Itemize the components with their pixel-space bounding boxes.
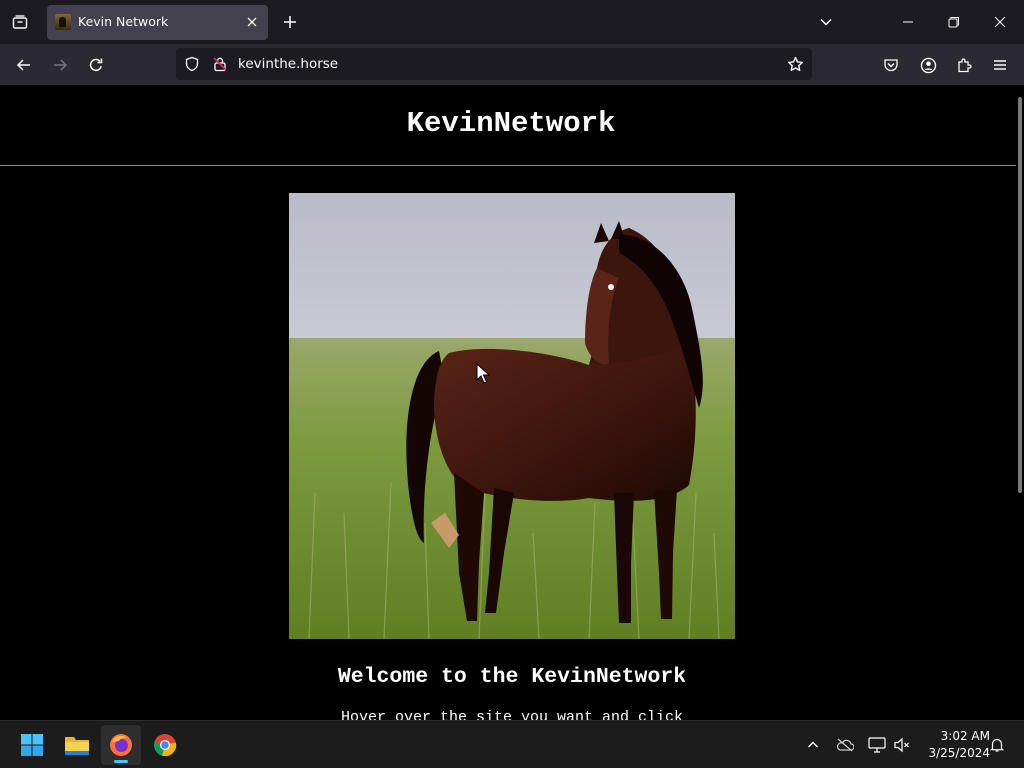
file-explorer-button[interactable] <box>57 725 97 765</box>
clock-date: 3/25/2024 <box>928 746 990 760</box>
url-text[interactable]: kevinthe.horse <box>238 56 338 72</box>
tab-close-button[interactable] <box>242 12 262 32</box>
network-icon <box>868 737 886 753</box>
notification-bell-icon <box>989 738 1005 752</box>
list-all-tabs-button[interactable] <box>812 8 840 36</box>
back-button[interactable] <box>9 50 39 80</box>
tab-list-icon <box>12 15 28 29</box>
tab-title: Kevin Network <box>78 14 169 29</box>
start-button[interactable] <box>12 725 52 765</box>
active-app-indicator <box>114 760 128 763</box>
horse-favicon <box>55 14 71 30</box>
plus-icon <box>284 16 296 28</box>
page-scrollbar[interactable] <box>1016 85 1024 720</box>
volume-muted-icon <box>894 737 909 753</box>
shield-icon <box>185 56 199 72</box>
file-explorer-icon <box>65 737 89 755</box>
chevron-up-icon <box>808 741 818 748</box>
restore-button[interactable] <box>934 4 974 40</box>
scrollbar-thumb[interactable] <box>1018 97 1022 493</box>
account-button[interactable] <box>913 50 943 80</box>
notification-center-button[interactable] <box>987 735 1007 755</box>
permissions-icon <box>213 57 227 72</box>
pocket-icon <box>884 59 898 72</box>
hamburger-icon <box>994 60 1006 70</box>
bookmark-button[interactable] <box>786 55 804 73</box>
forward-button[interactable] <box>45 50 75 80</box>
forward-arrow-icon <box>54 59 68 71</box>
show-hidden-icons-button[interactable] <box>803 735 823 755</box>
welcome-heading: Welcome to the KevinNetwork <box>337 665 687 689</box>
web-page-content: KevinNetwork Welcome to the KevinNetwork… <box>0 85 1016 720</box>
header-divider <box>0 165 1016 166</box>
taskbar-clock[interactable]: 3:02 AM 3/25/2024 <box>918 728 990 762</box>
close-icon <box>994 16 1006 28</box>
tracking-protection-button[interactable] <box>183 55 201 73</box>
star-icon <box>787 56 803 71</box>
chrome-taskbar-button[interactable] <box>145 725 185 765</box>
tab-strip: Kevin Network <box>0 0 1024 44</box>
windows-taskbar: 3:02 AM 3/25/2024 <box>0 720 1024 768</box>
horse-photo <box>289 193 735 639</box>
onedrive-icon <box>836 738 854 752</box>
reload-button[interactable] <box>81 50 111 80</box>
firefox-icon <box>110 734 132 756</box>
windows-start-icon <box>21 734 43 756</box>
account-icon <box>920 57 936 73</box>
instruction-text: Hover over the site you want and click <box>340 709 684 720</box>
mouse-cursor-icon <box>476 363 490 384</box>
address-bar[interactable]: kevinthe.horse <box>176 48 812 80</box>
volume-tray-button[interactable] <box>892 735 912 755</box>
back-arrow-icon <box>16 59 30 71</box>
navigation-toolbar: kevinthe.horse <box>0 44 1024 85</box>
onedrive-tray-button[interactable] <box>835 735 855 755</box>
close-icon <box>247 17 257 27</box>
new-tab-button[interactable] <box>277 8 303 36</box>
restore-icon <box>948 17 959 28</box>
tab-kevin-network[interactable]: Kevin Network <box>47 5 268 40</box>
extensions-button[interactable] <box>949 50 979 80</box>
site-title: KevinNetwork <box>406 107 616 140</box>
clock-time: 3:02 AM <box>940 729 990 743</box>
tab-list-button[interactable] <box>6 8 34 36</box>
minimize-icon <box>903 21 913 23</box>
app-menu-button[interactable] <box>985 50 1015 80</box>
firefox-taskbar-button[interactable] <box>101 725 141 765</box>
puzzle-icon <box>958 58 972 73</box>
minimize-button[interactable] <box>888 4 928 40</box>
chrome-icon <box>154 734 177 757</box>
pocket-button[interactable] <box>876 50 906 80</box>
chevron-down-icon <box>820 18 832 26</box>
network-tray-button[interactable] <box>867 735 887 755</box>
window-close-button[interactable] <box>980 4 1020 40</box>
reload-icon <box>89 58 103 72</box>
site-permissions-button[interactable] <box>211 55 229 73</box>
